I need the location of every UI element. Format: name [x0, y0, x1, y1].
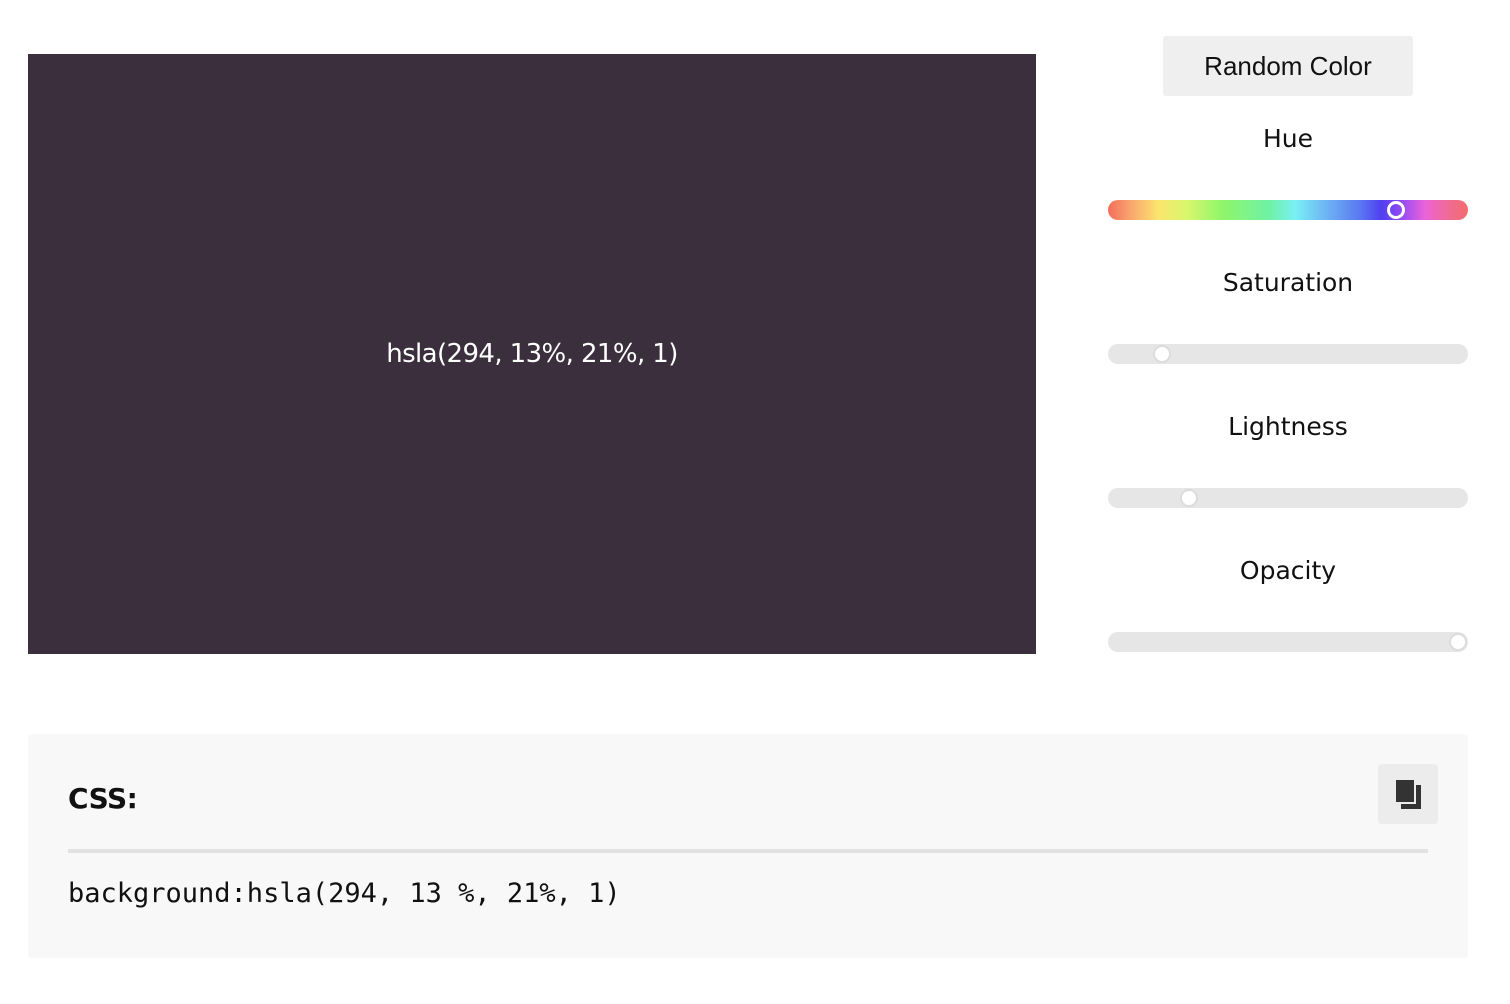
- lightness-control: Lightness: [1108, 412, 1468, 508]
- lightness-slider-thumb[interactable]: [1180, 489, 1199, 507]
- hue-slider[interactable]: [1108, 200, 1468, 220]
- css-output-panel: CSS: background:hsla(294, 13 %, 21%, 1): [28, 734, 1468, 958]
- hue-control: Hue: [1108, 124, 1468, 220]
- saturation-slider-thumb[interactable]: [1153, 345, 1172, 363]
- saturation-label: Saturation: [1222, 268, 1354, 297]
- lightness-slider[interactable]: [1108, 488, 1468, 508]
- controls-panel: Random Color Hue Saturation Lightness Op…: [1108, 36, 1468, 652]
- opacity-label: Opacity: [1239, 556, 1337, 585]
- divider: [68, 849, 1428, 853]
- opacity-control: Opacity: [1108, 556, 1468, 652]
- opacity-slider-thumb[interactable]: [1449, 633, 1467, 651]
- random-color-button[interactable]: Random Color: [1163, 36, 1413, 96]
- saturation-control: Saturation: [1108, 268, 1468, 364]
- color-preview: hsla(294, 13%, 21%, 1): [28, 54, 1036, 654]
- color-value-label: hsla(294, 13%, 21%, 1): [386, 339, 678, 369]
- css-output-title: CSS:: [68, 782, 138, 815]
- opacity-slider[interactable]: [1108, 632, 1468, 652]
- lightness-label: Lightness: [1228, 412, 1348, 441]
- copy-icon: [1394, 778, 1421, 809]
- hue-label: Hue: [1262, 124, 1314, 153]
- copy-button[interactable]: [1378, 764, 1438, 824]
- hue-slider-thumb[interactable]: [1386, 201, 1405, 219]
- saturation-slider[interactable]: [1108, 344, 1468, 364]
- css-code-text: background:hsla(294, 13 %, 21%, 1): [68, 878, 621, 909]
